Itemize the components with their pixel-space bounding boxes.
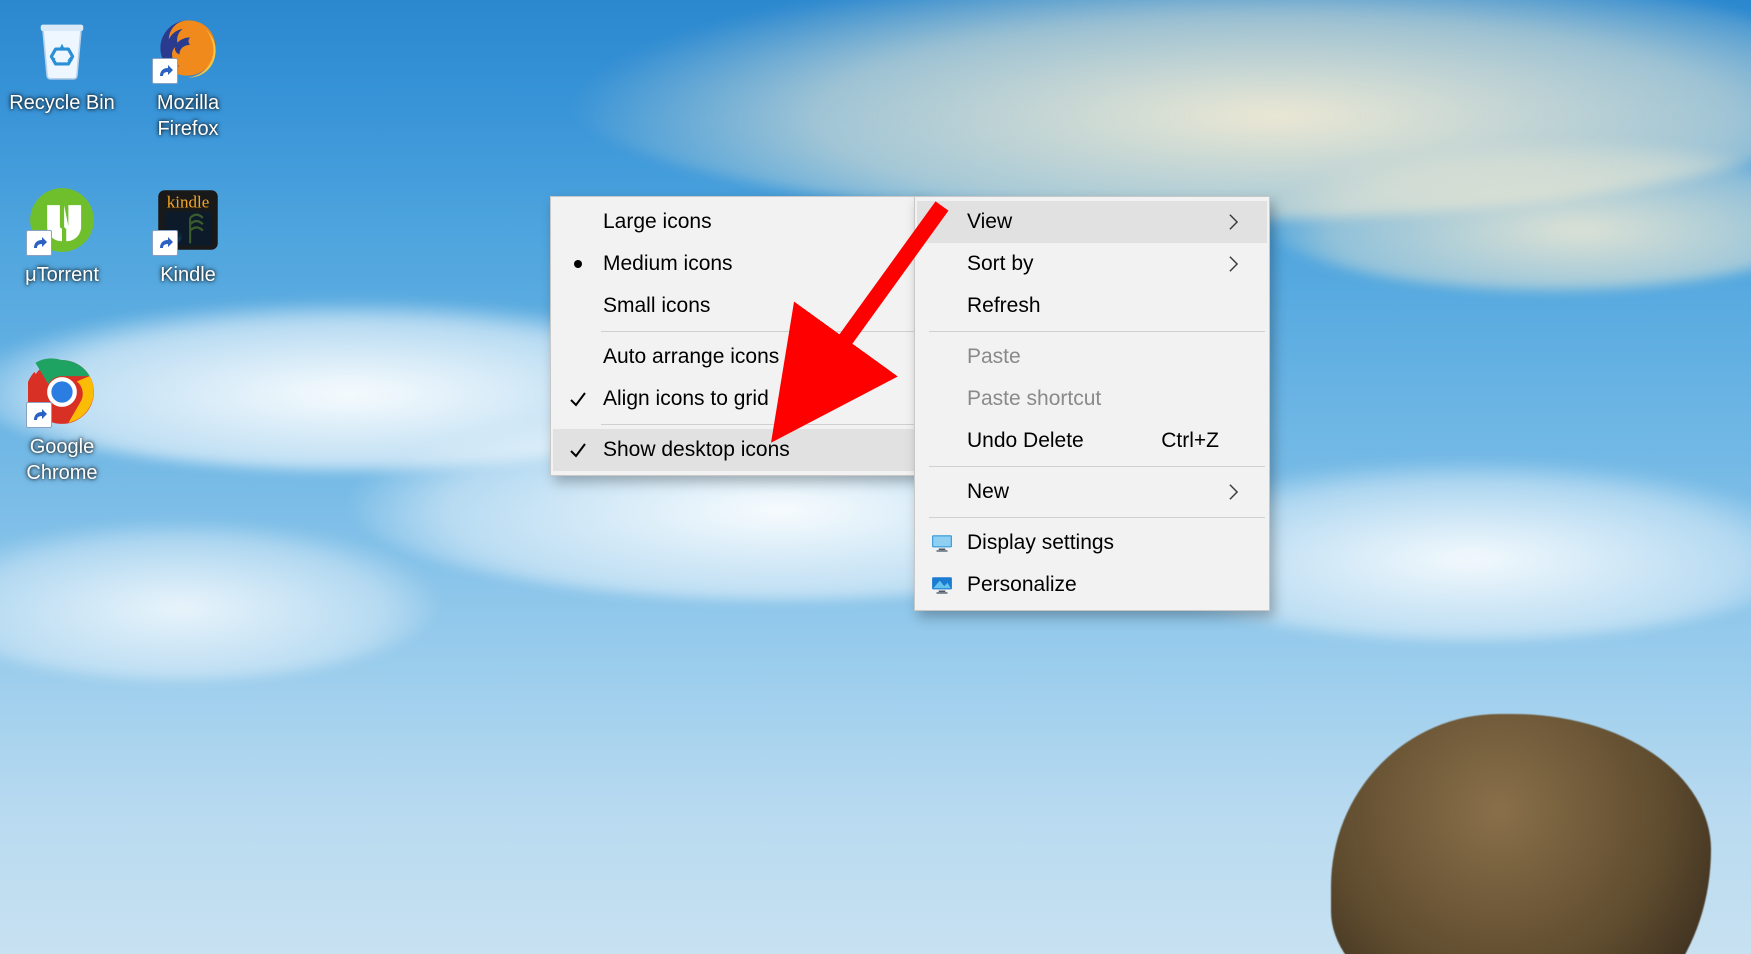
desktop-icon-recycle-bin[interactable]: Recycle Bin [2,12,122,116]
menu-item-show[interactable]: Show desktop icons [553,429,917,471]
menu-separator [601,331,915,332]
check-icon [553,440,603,460]
menu-item-large[interactable]: Large icons [553,201,917,243]
radio-bullet-icon [574,260,582,268]
menu-item-accelerator: Ctrl+Z [1135,429,1219,453]
desktop-icon-label: Kindle [128,262,248,288]
context-submenu-view: Large icons Medium icons Small icons Auto a… [550,196,920,476]
menu-item-label: Refresh [967,294,1219,318]
menu-separator [601,424,915,425]
menu-item-label: Personalize [967,573,1219,597]
menu-separator [929,466,1265,467]
desktop-icon-chrome[interactable]: Google Chrome [2,356,122,486]
menu-item-view[interactable]: View [917,201,1267,243]
menu-item-label: New [967,480,1219,504]
shortcut-arrow-icon [152,58,178,84]
personalize-icon [917,574,967,596]
desktop-icon-label: Recycle Bin [2,90,122,116]
menu-item-align[interactable]: Align icons to grid [553,378,917,420]
svg-text:kindle: kindle [167,192,210,211]
desktop-icon-label: μTorrent [2,262,122,288]
menu-item-label: Align icons to grid [603,387,897,411]
menu-item-paste-shortcut: Paste shortcut [917,378,1267,420]
menu-separator [929,517,1265,518]
chevron-right-icon [1219,483,1247,501]
menu-item-sort[interactable]: Sort by [917,243,1267,285]
desktop-icon-kindle[interactable]: kindle Kindle [128,184,248,288]
menu-item-label: Paste shortcut [967,387,1219,411]
menu-item-label: Show desktop icons [603,438,897,462]
menu-item-auto[interactable]: Auto arrange icons [553,336,917,378]
menu-item-refresh[interactable]: Refresh [917,285,1267,327]
menu-item-personalize[interactable]: Personalize [917,564,1267,606]
menu-item-label: Large icons [603,210,897,234]
menu-item-label: Display settings [967,531,1219,555]
menu-item-label: Auto arrange icons [603,345,897,369]
menu-item-label: Sort by [967,252,1219,276]
menu-item-label: View [967,210,1219,234]
menu-item-label: Medium icons [603,252,897,276]
menu-item-display[interactable]: Display settings [917,522,1267,564]
menu-item-small[interactable]: Small icons [553,285,917,327]
recycle-bin-icon [26,12,98,84]
desktop-wallpaper[interactable] [0,0,1751,954]
check-icon [553,389,603,409]
desktop-icon-label: Mozilla Firefox [128,90,248,142]
chevron-right-icon [1219,255,1247,273]
menu-item-label: Paste [967,345,1219,369]
shortcut-arrow-icon [152,230,178,256]
shortcut-arrow-icon [26,402,52,428]
desktop-icon-firefox[interactable]: Mozilla Firefox [128,12,248,142]
menu-item-paste: Paste [917,336,1267,378]
menu-item-new[interactable]: New [917,471,1267,513]
shortcut-arrow-icon [26,230,52,256]
menu-separator [929,331,1265,332]
menu-item-medium[interactable]: Medium icons [553,243,917,285]
display-icon [917,532,967,554]
menu-item-label: Small icons [603,294,897,318]
desktop-icon-label: Google Chrome [2,434,122,486]
menu-item-label: Undo Delete [967,429,1135,453]
desktop-context-menu: View Sort by Refresh Paste Paste shortcut Und… [914,196,1270,611]
desktop-icon-utorrent[interactable]: μTorrent [2,184,122,288]
menu-item-undo-delete[interactable]: Undo DeleteCtrl+Z [917,420,1267,462]
chevron-right-icon [1219,213,1247,231]
